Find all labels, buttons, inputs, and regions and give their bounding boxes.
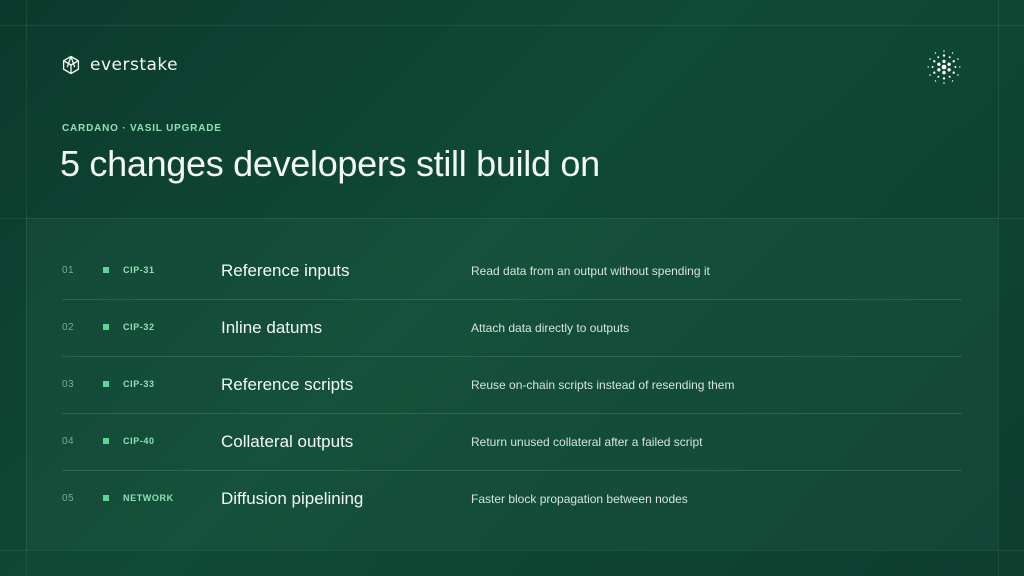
everstake-hexagon-icon (61, 55, 81, 75)
row-name: Reference scripts (221, 375, 354, 394)
bullet-square-icon (103, 324, 109, 330)
page-title: 5 changes developers still build on (60, 143, 600, 184)
row-name: Diffusion pipelining (221, 489, 364, 508)
row-name: Inline datums (221, 318, 323, 337)
bullet-square-icon (103, 381, 109, 387)
row-tag: CIP-40 (123, 436, 155, 446)
row-number: 04 (62, 436, 75, 447)
row-number: 05 (62, 493, 75, 504)
row-number: 01 (62, 265, 75, 276)
guide-line (0, 550, 1024, 551)
row-tag: CIP-32 (123, 322, 155, 332)
changes-list: 01 CIP-31 Reference inputs Read data fro… (62, 243, 962, 527)
row-tag: NETWORK (123, 493, 174, 503)
row-name: Reference inputs (221, 261, 350, 280)
row-tag: CIP-31 (123, 265, 155, 275)
row-description: Read data from an output without spendin… (471, 264, 710, 278)
bullet-square-icon (103, 267, 109, 273)
brand-name: everstake (90, 55, 179, 75)
row-name: Collateral outputs (221, 432, 354, 451)
list-item: 03 CIP-33 Reference scripts Reuse on-cha… (62, 357, 962, 414)
row-tag: CIP-33 (123, 379, 155, 389)
row-description: Faster block propagation between nodes (471, 492, 688, 506)
row-description: Return unused collateral after a failed … (471, 435, 703, 449)
guide-line (998, 0, 999, 576)
bullet-square-icon (103, 438, 109, 444)
eyebrow-label: CARDANO · VASIL UPGRADE (62, 123, 222, 134)
row-number: 03 (62, 379, 75, 390)
guide-line (0, 25, 1024, 26)
list-item: 04 CIP-40 Collateral outputs Return unus… (62, 414, 962, 471)
list-item: 01 CIP-31 Reference inputs Read data fro… (62, 243, 962, 300)
list-item: 02 CIP-32 Inline datums Attach data dire… (62, 300, 962, 357)
cardano-icon (926, 49, 962, 85)
bullet-square-icon (103, 495, 109, 501)
row-number: 02 (62, 322, 75, 333)
row-description: Attach data directly to outputs (471, 321, 630, 335)
list-item: 05 NETWORK Diffusion pipelining Faster b… (62, 471, 962, 527)
brand-logo: everstake (61, 55, 178, 75)
row-description: Reuse on-chain scripts instead of resend… (471, 378, 735, 392)
